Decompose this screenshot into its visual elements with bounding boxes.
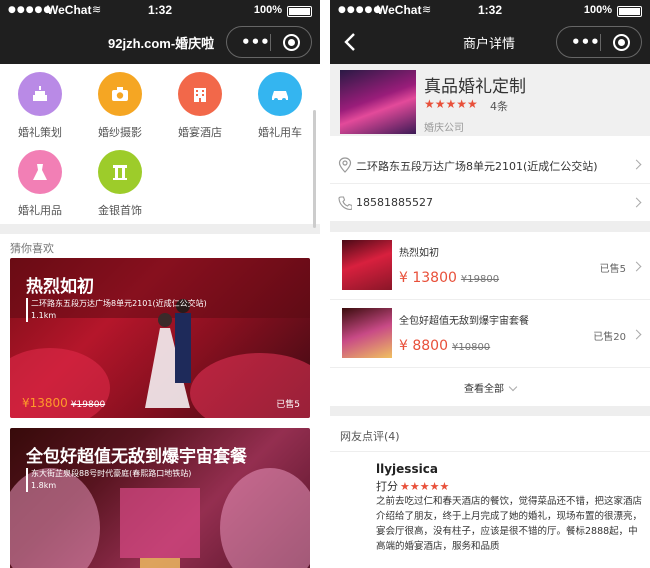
shop-phone: 18581885527 [356,196,433,209]
wifi-icon: ≋ [92,3,102,16]
back-icon[interactable] [340,30,362,54]
review-item: llyjessica 打分 ★★★★★ 之前去吃过仁和春天酒店的餐饮，觉得菜品还不… [330,452,650,568]
close-miniprogram-icon[interactable] [283,34,300,51]
rating-count: 4条 [490,100,508,113]
category-wedding-planning[interactable]: 婚礼策划 [0,72,80,140]
product-name: 热烈如初 [399,248,439,259]
status-bar: ●●●●● WeChat ≋ 1:32 100% [330,0,650,22]
hotel-icon [178,72,222,116]
signal-icon: ●●●●● [338,5,383,15]
battery-icon [287,6,312,17]
carrier-name: WeChat [47,3,92,17]
star-rating-icon: ★★★★★ [400,480,450,493]
close-miniprogram-icon[interactable] [613,34,630,51]
shop-header: 真品婚礼定制 ★★★★★ 4条 婚庆公司 [330,64,650,136]
camera-icon [98,72,142,116]
section-title-recommend: 猜你喜欢 [10,242,54,255]
review-text: 之前去吃过仁和春天酒店的餐饮，觉得菜品还不错，把这家酒店介绍给了朋友，终于上月完… [376,496,643,552]
product-price: ¥ 13800 ¥19800 [399,270,500,286]
category-wedding-hotel[interactable]: 婚宴酒店 [160,72,240,140]
chevron-right-icon [631,197,642,208]
card-address: 二环路东五段万达广场8单元2101(近成仁公交站) 1.1km [26,298,207,322]
category-grid: 婚礼策划 婚纱摄影 婚宴酒店 婚礼用车 婚礼用品 金银首饰 [0,64,320,224]
battery-percent: 100% [253,4,282,16]
product-price: ¥ 8800 ¥10800 [399,338,491,354]
card-price: ¥13800 ¥19800 [22,396,106,410]
chevron-down-icon [508,382,518,392]
location-pin-icon [338,157,352,173]
product-image [342,308,392,358]
category-wedding-photo[interactable]: 婚纱摄影 [80,72,160,140]
product-image [342,240,392,290]
product-item[interactable]: 热烈如初 ¥ 13800 ¥19800 已售5 [330,232,650,300]
left-screen: ●●●●● WeChat ≋ 1:32 100% 92jzh.com-婚庆啦 •… [0,0,320,568]
menu-capsule: ••• [226,26,312,58]
right-screen: ●●●●● WeChat ≋ 1:32 100% 商户详情 ••• 真品婚礼定制… [330,0,650,568]
page-title: 商户详情 [463,37,516,52]
jewelry-icon [98,150,142,194]
page-title: 92jzh.com-婚庆啦 [108,36,215,51]
more-icon[interactable]: ••• [571,33,600,51]
review-username: llyjessica [376,462,438,476]
clock: 1:32 [148,3,173,17]
package-card[interactable]: 全包好超值无敌到爆宇宙套餐 东大街芷泉段88号时代豪庭(春熙路口地铁站) 1.8… [10,428,310,568]
clock: 1:32 [478,3,503,17]
chevron-right-icon [631,261,642,272]
battery-icon [617,6,642,17]
view-all-button[interactable]: 查看全部 [330,368,650,406]
product-name: 全包好超值无敌到爆宇宙套餐 [399,316,529,327]
signal-icon: ●●●●● [8,5,53,15]
phone-icon [338,196,352,211]
shop-address: 二环路东五段万达广场8单元2101(近成仁公交站) [356,160,598,173]
cake-icon [18,72,62,116]
menu-capsule: ••• [556,26,642,58]
dress-icon [18,150,62,194]
carrier-name: WeChat [377,3,422,17]
card-address: 东大街芷泉段88号时代豪庭(春熙路口地铁站) 1.8km [26,468,191,492]
category-jewelry[interactable]: 金银首饰 [80,150,160,218]
product-sold-count: 已售20 [593,332,626,343]
phone-row[interactable]: 18581885527 [330,184,650,222]
battery-percent: 100% [583,4,612,16]
avatar [338,460,368,490]
star-rating-icon: ★★★★★ [424,97,478,111]
shop-type: 婚庆公司 [424,123,464,134]
nav-bar: 92jzh.com-婚庆啦 ••• [0,22,320,64]
product-item[interactable]: 全包好超值无敌到爆宇宙套餐 ¥ 8800 ¥10800 已售20 [330,300,650,368]
product-sold-count: 已售5 [599,264,626,275]
shop-name: 真品婚礼定制 [424,77,526,97]
card-title: 热烈如初 [26,277,94,297]
car-icon [258,72,302,116]
nav-bar: 商户详情 ••• [330,22,650,64]
reviews-title: 网友点评(4) [330,416,650,452]
chevron-right-icon [631,159,642,170]
card-title: 全包好超值无敌到爆宇宙套餐 [26,447,247,467]
chevron-right-icon [631,329,642,340]
card-sold-count: 已售5 [276,400,300,410]
address-row[interactable]: 二环路东五段万达广场8单元2101(近成仁公交站) [330,146,650,184]
package-card[interactable]: 热烈如初 二环路东五段万达广场8单元2101(近成仁公交站) 1.1km ¥13… [10,258,310,418]
status-bar: ●●●●● WeChat ≋ 1:32 100% [0,0,320,22]
wifi-icon: ≋ [422,3,432,16]
review-score: 打分 ★★★★★ [376,480,450,493]
more-icon[interactable]: ••• [241,33,270,51]
category-wedding-supplies[interactable]: 婚礼用品 [0,150,80,218]
category-wedding-car[interactable]: 婚礼用车 [240,72,320,140]
shop-thumbnail [340,70,416,134]
scrollbar[interactable] [313,110,316,228]
